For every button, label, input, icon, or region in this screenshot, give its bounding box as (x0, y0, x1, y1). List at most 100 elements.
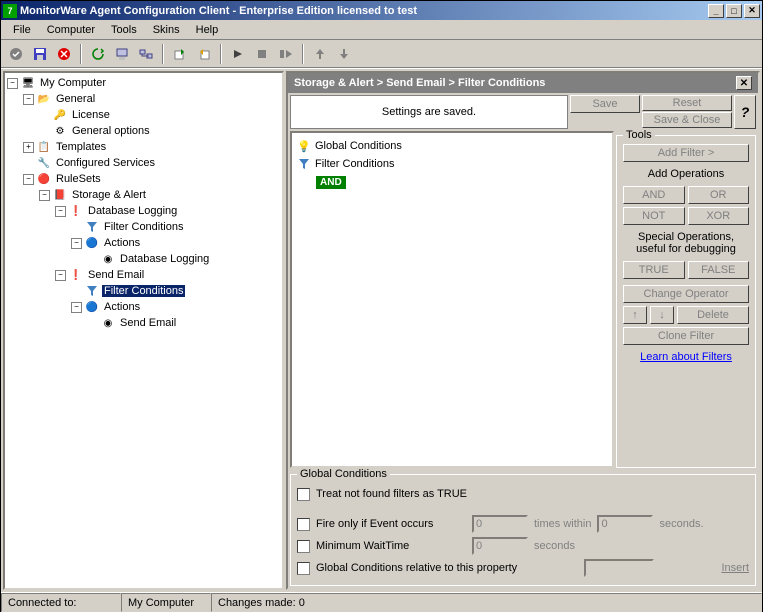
tree-panel[interactable]: −🖥My Computer −📂General 🔑License ⚙Genera… (3, 71, 284, 590)
and-button[interactable]: AND (623, 186, 685, 204)
tree-license[interactable]: License (70, 109, 112, 121)
clone-filter-button[interactable]: Clone Filter (623, 327, 749, 345)
minimize-button[interactable]: _ (708, 4, 724, 18)
special-ops-label: Special Operations, useful for debugging (623, 231, 749, 255)
tree-rulesets[interactable]: RuleSets (54, 173, 103, 185)
ft-global[interactable]: Global Conditions (315, 140, 402, 152)
stop-icon[interactable] (251, 43, 273, 65)
relative-checkbox[interactable] (297, 562, 310, 575)
learn-link[interactable]: Learn about Filters (623, 351, 749, 363)
save-icon[interactable] (29, 43, 51, 65)
expand-icon[interactable]: − (71, 302, 82, 313)
network-icon[interactable] (135, 43, 157, 65)
key-icon: 🔑 (53, 108, 67, 122)
menu-computer[interactable]: Computer (39, 22, 103, 38)
min-wait-label: Minimum WaitTime (316, 540, 466, 552)
property-input[interactable] (584, 559, 654, 577)
computer-icon: 🖥 (21, 76, 35, 90)
expand-icon[interactable]: − (23, 174, 34, 185)
ft-filter[interactable]: Filter Conditions (315, 158, 394, 170)
tree-root[interactable]: My Computer (38, 77, 108, 89)
tree-send-email[interactable]: Send Email (86, 269, 146, 281)
filter-tree[interactable]: 💡Global Conditions Filter Conditions AND (290, 131, 614, 468)
menu-help[interactable]: Help (188, 22, 227, 38)
false-button[interactable]: FALSE (688, 261, 750, 279)
tree-database-logging[interactable]: Database Logging (86, 205, 179, 217)
down-icon[interactable] (333, 43, 355, 65)
tree-general[interactable]: General (54, 93, 97, 105)
tree-general-options[interactable]: General options (70, 125, 152, 137)
fire-only-label: Fire only if Event occurs (316, 518, 466, 530)
min-wait-checkbox[interactable] (297, 540, 310, 553)
breadcrumb: Storage & Alert > Send Email > Filter Co… (286, 71, 760, 93)
true-button[interactable]: TRUE (623, 261, 685, 279)
expand-icon[interactable]: + (23, 142, 34, 153)
add-ops-label: Add Operations (623, 168, 749, 180)
expand-icon[interactable]: − (71, 238, 82, 249)
menu-tools[interactable]: Tools (103, 22, 145, 38)
help-button[interactable]: ? (734, 95, 756, 129)
export-icon[interactable] (169, 43, 191, 65)
confirm-icon[interactable] (5, 43, 27, 65)
tree-filter-conditions-selected[interactable]: Filter Conditions (102, 285, 185, 297)
ruleset-icon: 🔴 (37, 172, 51, 186)
tree-send-email-action[interactable]: Send Email (118, 317, 178, 329)
move-up-button[interactable]: ↑ (623, 306, 647, 324)
tree-templates[interactable]: Templates (54, 141, 108, 153)
treat-true-checkbox[interactable] (297, 488, 310, 501)
expand-icon[interactable]: − (39, 190, 50, 201)
tree-filter-conditions[interactable]: Filter Conditions (102, 221, 185, 233)
reload-icon[interactable] (87, 43, 109, 65)
global-conditions-box: Global Conditions Treat not found filter… (290, 474, 756, 586)
tree-configured-services[interactable]: Configured Services (54, 157, 157, 169)
expand-icon[interactable]: − (23, 94, 34, 105)
delete-button[interactable]: Delete (677, 306, 749, 324)
panel-close-button[interactable]: ✕ (736, 76, 752, 90)
and-badge[interactable]: AND (316, 176, 346, 189)
db-icon: ◉ (101, 252, 115, 266)
computer-icon[interactable] (111, 43, 133, 65)
treat-true-label: Treat not found filters as TRUE (316, 488, 467, 500)
save-button[interactable]: Save (570, 95, 640, 113)
up-icon[interactable] (309, 43, 331, 65)
status-connected: Connected to: (1, 593, 121, 612)
play-icon[interactable] (227, 43, 249, 65)
fire-only-checkbox[interactable] (297, 518, 310, 531)
tools-label: Tools (623, 129, 655, 141)
window-title: MonitorWare Agent Configuration Client -… (20, 5, 708, 17)
gear-icon: ⚙ (53, 124, 67, 138)
cancel-icon[interactable] (53, 43, 75, 65)
relative-label: Global Conditions relative to this prope… (316, 562, 517, 574)
expand-icon[interactable]: − (7, 78, 18, 89)
ruleset-icon: 📕 (53, 188, 67, 202)
fire-seconds-input[interactable] (597, 515, 653, 533)
expand-icon[interactable]: − (55, 270, 66, 281)
xor-button[interactable]: XOR (688, 207, 750, 225)
tree-db-logging[interactable]: Database Logging (118, 253, 211, 265)
expand-icon[interactable]: − (55, 206, 66, 217)
template-icon: 📋 (37, 140, 51, 154)
change-operator-button[interactable]: Change Operator (623, 285, 749, 303)
close-button[interactable]: ✕ (744, 4, 760, 18)
restart-icon[interactable] (275, 43, 297, 65)
add-filter-button[interactable]: Add Filter > (623, 144, 749, 162)
save-close-button[interactable]: Save & Close (642, 112, 732, 128)
filter-icon (85, 284, 99, 298)
menu-skins[interactable]: Skins (145, 22, 188, 38)
or-button[interactable]: OR (688, 186, 750, 204)
menu-file[interactable]: File (5, 22, 39, 38)
insert-button[interactable]: Insert (721, 562, 749, 574)
folder-icon: 📂 (37, 92, 51, 106)
maximize-button[interactable]: □ (726, 4, 742, 18)
import-icon[interactable] (193, 43, 215, 65)
fire-count-input[interactable] (472, 515, 528, 533)
tree-actions[interactable]: Actions (102, 237, 142, 249)
not-button[interactable]: NOT (623, 207, 685, 225)
titlebar: 7 MonitorWare Agent Configuration Client… (1, 1, 762, 20)
tree-actions[interactable]: Actions (102, 301, 142, 313)
reset-button[interactable]: Reset (642, 95, 732, 111)
tree-storage-alert[interactable]: Storage & Alert (70, 189, 148, 201)
min-wait-input[interactable] (472, 537, 528, 555)
actions-icon: 🔵 (85, 300, 99, 314)
move-down-button[interactable]: ↓ (650, 306, 674, 324)
